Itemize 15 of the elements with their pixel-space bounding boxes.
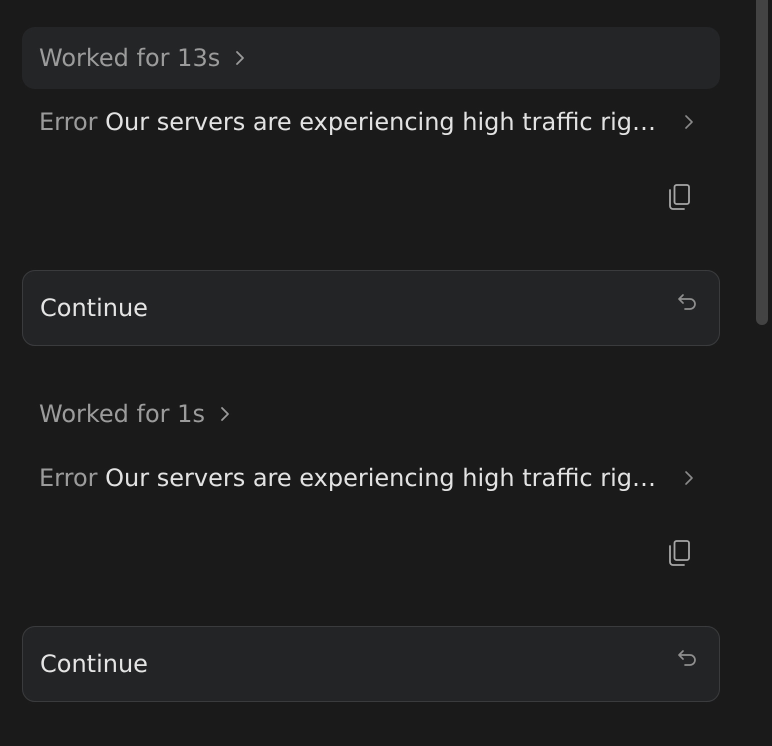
copy-icon[interactable] <box>668 184 690 210</box>
return-arrow-icon <box>677 293 697 313</box>
continue-button[interactable]: Continue <box>22 626 720 702</box>
copy-icon[interactable] <box>668 540 690 566</box>
error-row[interactable]: Error Our servers are experiencing high traffic rig… <box>22 102 720 142</box>
worked-toggle[interactable]: Worked for 13s <box>22 27 720 89</box>
chevron-right-icon <box>684 114 694 130</box>
worked-toggle[interactable]: Worked for 1s <box>22 383 720 445</box>
scrollbar-thumb[interactable] <box>756 0 768 325</box>
chevron-right-icon <box>684 470 694 486</box>
chevron-right-icon <box>220 406 230 422</box>
continue-button[interactable]: Continue <box>22 270 720 346</box>
chevron-right-icon <box>235 50 246 66</box>
return-arrow-icon <box>677 649 697 669</box>
error-row[interactable]: Error Our servers are experiencing high traffic rig… <box>22 458 720 498</box>
